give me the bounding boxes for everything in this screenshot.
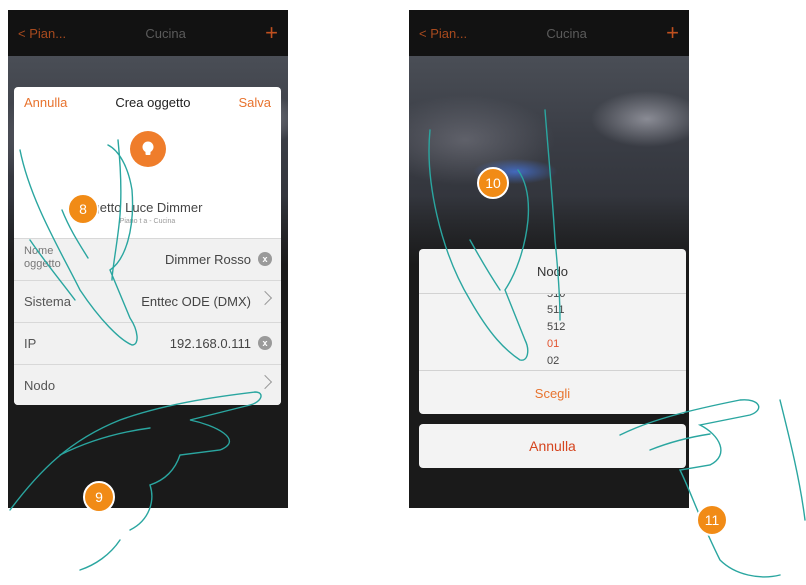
node-row[interactable]: Nodo [14, 365, 281, 405]
choose-button[interactable]: Scegli [419, 370, 686, 414]
clear-icon[interactable]: x [258, 252, 272, 266]
picker-option[interactable]: 512 [547, 321, 565, 333]
name-value[interactable]: Dimmer Rosso [165, 252, 251, 267]
picker-wheel[interactable]: 510 511 512 01 02 03 04 [419, 294, 686, 368]
settings-list: Nome oggetto Dimmer Rosso x Sistema Entte… [14, 238, 281, 405]
system-value: Enttec ODE (DMX) [141, 294, 251, 309]
step-badge: 9 [83, 481, 115, 513]
object-name: getto Luce Dimmer [92, 200, 203, 215]
left-phone-screen: < Pian... Cucina + Annulla Crea oggetto … [8, 10, 288, 508]
ip-label: IP [24, 336, 37, 351]
chevron-right-icon[interactable] [257, 290, 273, 306]
back-button[interactable]: < Pian... [419, 26, 467, 41]
picker-title: Nodo [419, 249, 686, 294]
clear-icon[interactable]: x [258, 336, 272, 350]
picker-option-selected[interactable]: 01 [547, 338, 559, 350]
nav-title: Cucina [546, 25, 587, 41]
right-phone-screen: < Pian... Cucina + Nodo 510 511 512 01 0… [409, 10, 689, 508]
nav-bar: < Pian... Cucina + [409, 10, 689, 56]
add-button[interactable]: + [666, 22, 679, 44]
system-row[interactable]: Sistema Enttec ODE (DMX) [14, 281, 281, 323]
back-button[interactable]: < Pian... [18, 26, 66, 41]
picker-option[interactable]: 02 [547, 355, 559, 367]
step-badge: 11 [696, 504, 728, 536]
nav-bar: < Pian... Cucina + [8, 10, 288, 56]
lightbulb-icon [130, 131, 166, 167]
add-button[interactable]: + [265, 22, 278, 44]
picker-option[interactable]: 510 [547, 294, 565, 300]
picker-option[interactable]: 511 [547, 304, 565, 316]
dialog-header: Annulla Crea oggetto Salva [14, 87, 281, 117]
dialog-title: Crea oggetto [115, 94, 191, 110]
step-badge: 10 [477, 167, 509, 199]
chevron-right-icon[interactable] [257, 374, 273, 390]
create-object-dialog: Annulla Crea oggetto Salva getto Luce Di… [14, 87, 281, 405]
object-location: Piano t a - Cucina [119, 218, 176, 225]
nav-title: Cucina [145, 25, 186, 41]
node-picker: Nodo 510 511 512 01 02 03 04 Scegli [419, 249, 686, 414]
ip-value[interactable]: 192.168.0.111 [170, 336, 251, 351]
name-row[interactable]: Nome oggetto Dimmer Rosso x [14, 239, 281, 281]
name-label: Nome oggetto [24, 245, 61, 270]
background-image [409, 56, 689, 266]
cancel-button[interactable]: Annulla [24, 95, 67, 110]
step-badge: 8 [67, 193, 99, 225]
system-label: Sistema [24, 294, 71, 309]
save-button[interactable]: Salva [238, 95, 271, 110]
ip-row[interactable]: IP 192.168.0.111 x [14, 323, 281, 365]
node-label: Nodo [24, 378, 56, 393]
cancel-button[interactable]: Annulla [419, 424, 686, 468]
